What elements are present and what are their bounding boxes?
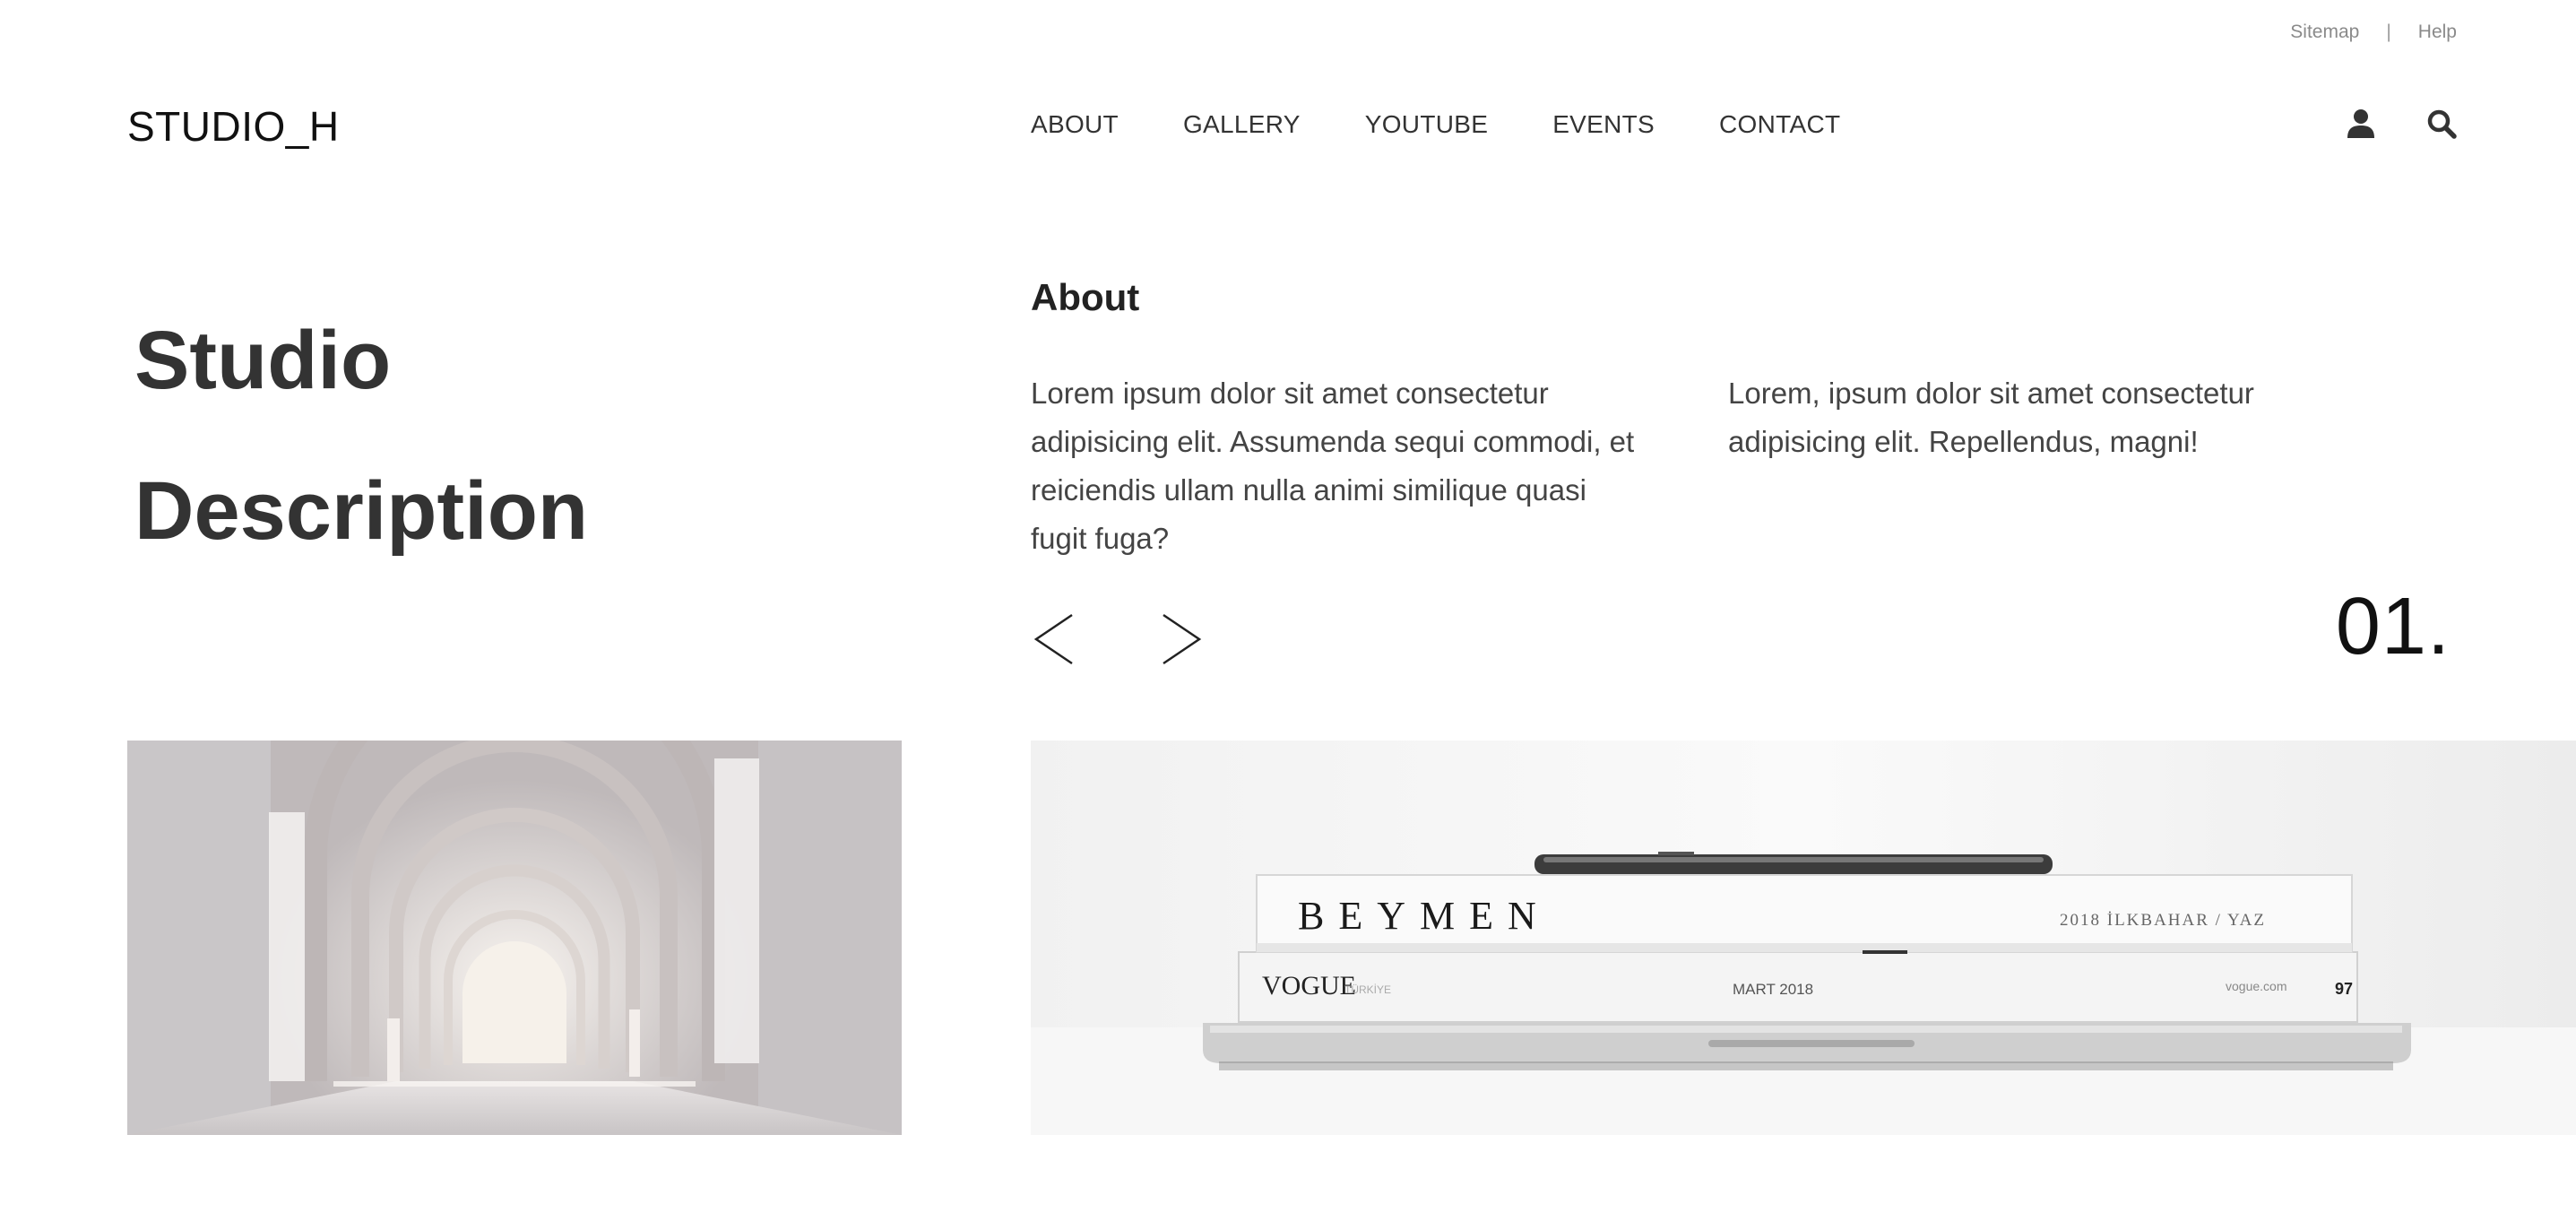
slide-counter: 01. bbox=[2335, 582, 2451, 671]
vogue-number: 97 bbox=[2335, 980, 2353, 998]
nav-youtube[interactable]: YOUTUBE bbox=[1365, 110, 1488, 139]
about-heading: About bbox=[1031, 276, 1140, 318]
utility-separator: | bbox=[2386, 22, 2391, 42]
main-nav: ABOUT GALLERY YOUTUBE EVENTS CONTACT bbox=[1031, 110, 1840, 139]
nav-about[interactable]: ABOUT bbox=[1031, 110, 1119, 139]
magazine-stack-image: VOGUE TÜRKİYE MART 2018 vogue.com 97 BEY… bbox=[1031, 741, 2576, 1135]
vogue-url: vogue.com bbox=[2226, 979, 2286, 993]
about-paragraph-2: Lorem, ipsum dolor sit amet consectetur … bbox=[1728, 377, 2254, 458]
beymen-subtext: 2018 İLKBAHAR / YAZ bbox=[2060, 911, 2266, 930]
vogue-subtitle: TÜRKİYE bbox=[1344, 983, 1391, 996]
utility-bar: Sitemap | Help bbox=[2290, 22, 2457, 43]
header-icons bbox=[2345, 108, 2458, 140]
user-icon[interactable] bbox=[2345, 108, 2377, 140]
help-link[interactable]: Help bbox=[2418, 22, 2457, 43]
chevron-right-icon[interactable] bbox=[1156, 611, 1205, 667]
title-line-1: Studio bbox=[134, 315, 392, 406]
page-title: Studio Description bbox=[134, 285, 588, 586]
nav-contact[interactable]: CONTACT bbox=[1719, 110, 1840, 139]
site-logo[interactable]: STUDIO_H bbox=[127, 102, 340, 151]
vogue-title: VOGUE bbox=[1262, 971, 1356, 1000]
title-line-2: Description bbox=[134, 465, 589, 557]
page: Sitemap | Help STUDIO_H ABOUT GALLERY YO… bbox=[0, 0, 2576, 1230]
search-icon[interactable] bbox=[2425, 108, 2458, 140]
chevron-left-icon[interactable] bbox=[1031, 611, 1079, 667]
sitemap-link[interactable]: Sitemap bbox=[2290, 22, 2359, 43]
beymen-title: BEYMEN bbox=[1298, 894, 1551, 938]
nav-gallery[interactable]: GALLERY bbox=[1183, 110, 1301, 139]
nav-events[interactable]: EVENTS bbox=[1552, 110, 1655, 139]
about-paragraph-1: Lorem ipsum dolor sit amet consectetur a… bbox=[1031, 377, 1635, 555]
vogue-date: MART 2018 bbox=[1733, 981, 1813, 998]
corridor-image bbox=[127, 741, 902, 1135]
